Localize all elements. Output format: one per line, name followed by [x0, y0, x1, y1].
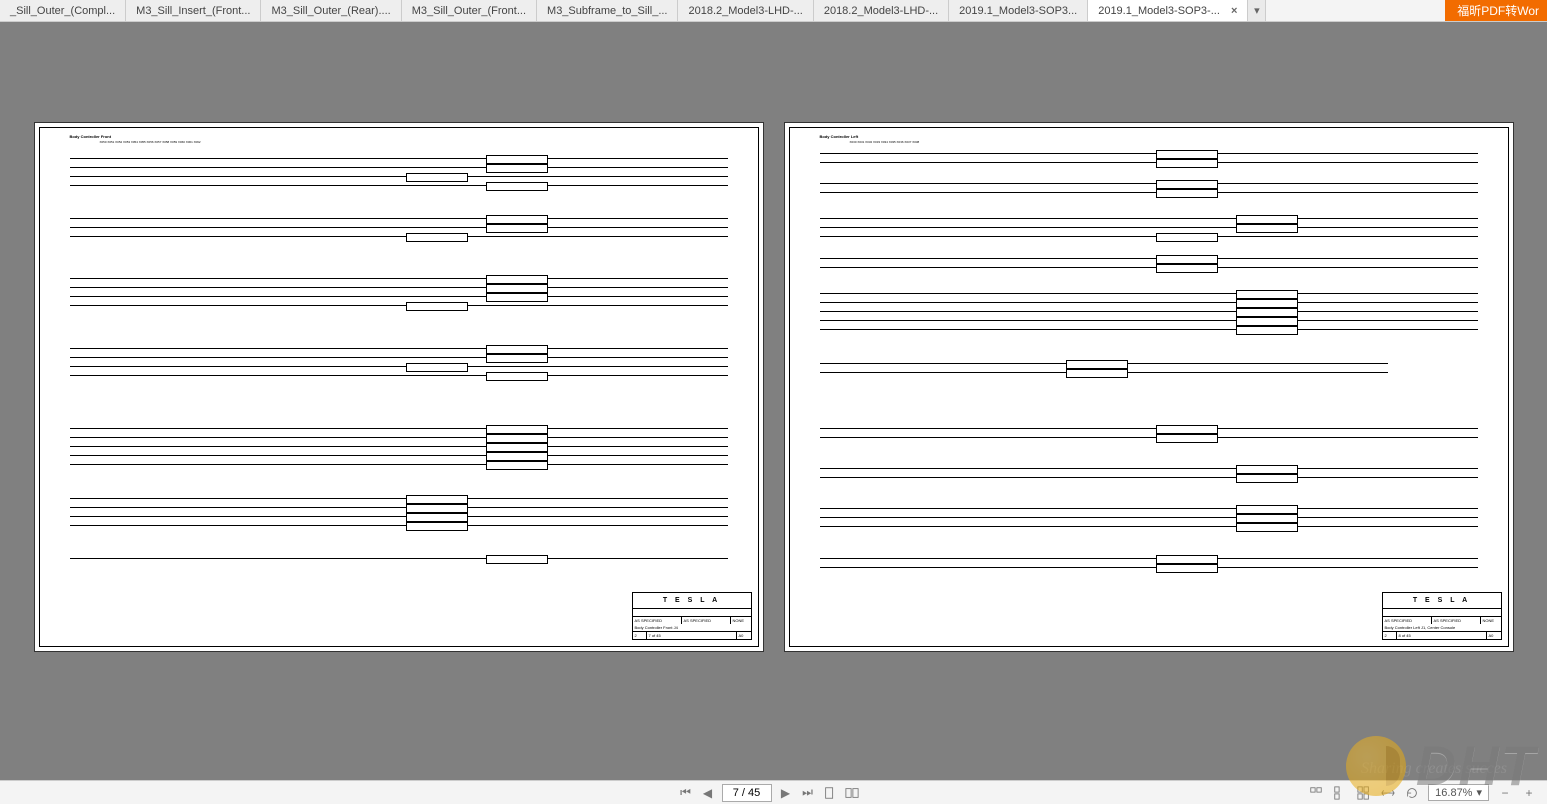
sheet-size: A0 — [737, 632, 751, 639]
tab-m3-sill-insert-front[interactable]: M3_Sill_Insert_(Front... — [126, 0, 261, 21]
tab-label: 2019.1_Model3-SOP3... — [959, 5, 1077, 17]
view-mode-c-button[interactable] — [1356, 785, 1372, 801]
page-number-input[interactable] — [722, 784, 772, 802]
tab-2019-1-model3-sop3-b[interactable]: 2019.1_Model3-SOP3-... × — [1088, 0, 1248, 21]
schematic-page-8: Body Controller Left X030 X031 X032 X033… — [784, 122, 1514, 652]
title-block-page-8: T E S L A AS SPECIFIED AS SPECIFIED NONE… — [1382, 592, 1502, 640]
spec-none: NONE — [1481, 617, 1501, 624]
rev: 2 — [633, 632, 647, 639]
single-page-icon — [823, 786, 837, 800]
zoom-level-dropdown[interactable]: 16.87% ▾ — [1428, 784, 1489, 801]
fit-width-button[interactable] — [1380, 785, 1396, 801]
pdf-navigation-toolbar: ⏮ ◀ ▶ ⏭ 16.87% ▾ − + — [0, 780, 1547, 804]
next-page-button[interactable]: ▶ — [778, 785, 794, 801]
tab-label: 2019.1_Model3-SOP3-... — [1098, 5, 1220, 17]
sheet-number: 8 of 45 — [1397, 632, 1487, 639]
tab-sill-outer-compl[interactable]: _Sill_Outer_(Compl... — [0, 0, 126, 21]
page-header-left: Body Controller Front — [70, 134, 112, 139]
tab-overflow-button[interactable]: ▾ — [1248, 0, 1266, 21]
first-page-icon: ⏮ — [680, 785, 691, 800]
minus-icon: − — [1501, 786, 1508, 800]
single-page-view-button[interactable] — [822, 785, 838, 801]
tesla-logo: T E S L A — [633, 593, 751, 609]
spec-right: AS SPECIFIED — [1432, 617, 1481, 624]
page-header-right: Body Controller Left — [820, 134, 859, 139]
continuous-facing-icon — [1357, 786, 1371, 800]
tab-2019-1-model3-sop3-a[interactable]: 2019.1_Model3-SOP3... — [949, 0, 1088, 21]
next-page-icon: ▶ — [781, 786, 790, 800]
first-page-button[interactable]: ⏮ — [678, 785, 694, 801]
title-block-page-7: T E S L A AS SPECIFIED AS SPECIFIED NONE… — [632, 592, 752, 640]
foxit-convert-to-word-button[interactable]: 福昕PDF转Wor — [1445, 0, 1547, 21]
sheet-size: A0 — [1487, 632, 1501, 639]
connector-row-left: X050 X051 X052 X053 X054 X055 X056 X057 … — [100, 140, 201, 144]
tab-label: M3_Subframe_to_Sill_... — [547, 5, 667, 17]
view-mode-a-button[interactable] — [1308, 785, 1324, 801]
connector-row-right: X030 X031 X032 X033 X034 X035 X036 X037 … — [850, 140, 920, 144]
sheet-number: 7 of 45 — [647, 632, 737, 639]
spec-left: AS SPECIFIED — [1383, 617, 1432, 624]
convert-label: 福昕PDF转Wor — [1457, 0, 1539, 22]
view-mode-b-button[interactable] — [1332, 785, 1348, 801]
pdf-viewport[interactable]: Body Controller Front X050 X051 X052 X05… — [0, 22, 1547, 780]
spec-right: AS SPECIFIED — [682, 617, 731, 624]
close-tab-icon[interactable]: × — [1231, 5, 1237, 17]
spec-none: NONE — [731, 617, 751, 624]
last-page-icon: ⏭ — [802, 785, 813, 800]
tab-m3-subframe-to-sill[interactable]: M3_Subframe_to_Sill_... — [537, 0, 678, 21]
tab-label: M3_Sill_Outer_(Rear).... — [271, 5, 390, 17]
page-layout-icon — [1309, 786, 1323, 800]
zoom-value: 16.87% — [1435, 787, 1472, 799]
document-tab-strip: _Sill_Outer_(Compl... M3_Sill_Insert_(Fr… — [0, 0, 1547, 22]
plus-icon: + — [1525, 786, 1532, 800]
tab-label: 2018.2_Model3-LHD-... — [688, 5, 802, 17]
chevron-down-icon: ▾ — [1254, 5, 1260, 17]
spec-left: AS SPECIFIED — [633, 617, 682, 624]
schematic-page-7: Body Controller Front X050 X051 X052 X05… — [34, 122, 764, 652]
prev-page-icon: ◀ — [703, 786, 712, 800]
tab-m3-sill-outer-rear[interactable]: M3_Sill_Outer_(Rear).... — [261, 0, 401, 21]
fit-width-icon — [1381, 786, 1395, 800]
chevron-down-icon: ▾ — [1476, 786, 1482, 799]
rotate-view-button[interactable] — [1404, 785, 1420, 801]
tab-label: M3_Sill_Outer_(Front... — [412, 5, 526, 17]
drawing-title: Body Controller Left J1, Center Console — [1383, 624, 1501, 632]
rotate-icon — [1405, 786, 1419, 800]
tab-label: M3_Sill_Insert_(Front... — [136, 5, 250, 17]
tesla-logo: T E S L A — [1383, 593, 1501, 609]
tab-2018-2-model3-lhd-b[interactable]: 2018.2_Model3-LHD-... — [814, 0, 949, 21]
zoom-in-button[interactable]: + — [1521, 785, 1537, 801]
facing-pages-view-button[interactable] — [844, 785, 860, 801]
tab-label: _Sill_Outer_(Compl... — [10, 5, 115, 17]
last-page-button[interactable]: ⏭ — [800, 785, 816, 801]
zoom-out-button[interactable]: − — [1497, 785, 1513, 801]
tab-m3-sill-outer-front[interactable]: M3_Sill_Outer_(Front... — [402, 0, 537, 21]
prev-page-button[interactable]: ◀ — [700, 785, 716, 801]
continuous-icon — [1333, 786, 1347, 800]
tab-2018-2-model3-lhd-a[interactable]: 2018.2_Model3-LHD-... — [678, 0, 813, 21]
rev: 2 — [1383, 632, 1397, 639]
facing-pages-icon — [845, 786, 859, 800]
tab-label: 2018.2_Model3-LHD-... — [824, 5, 938, 17]
drawing-title: Body Controller Front J4 — [633, 624, 751, 632]
